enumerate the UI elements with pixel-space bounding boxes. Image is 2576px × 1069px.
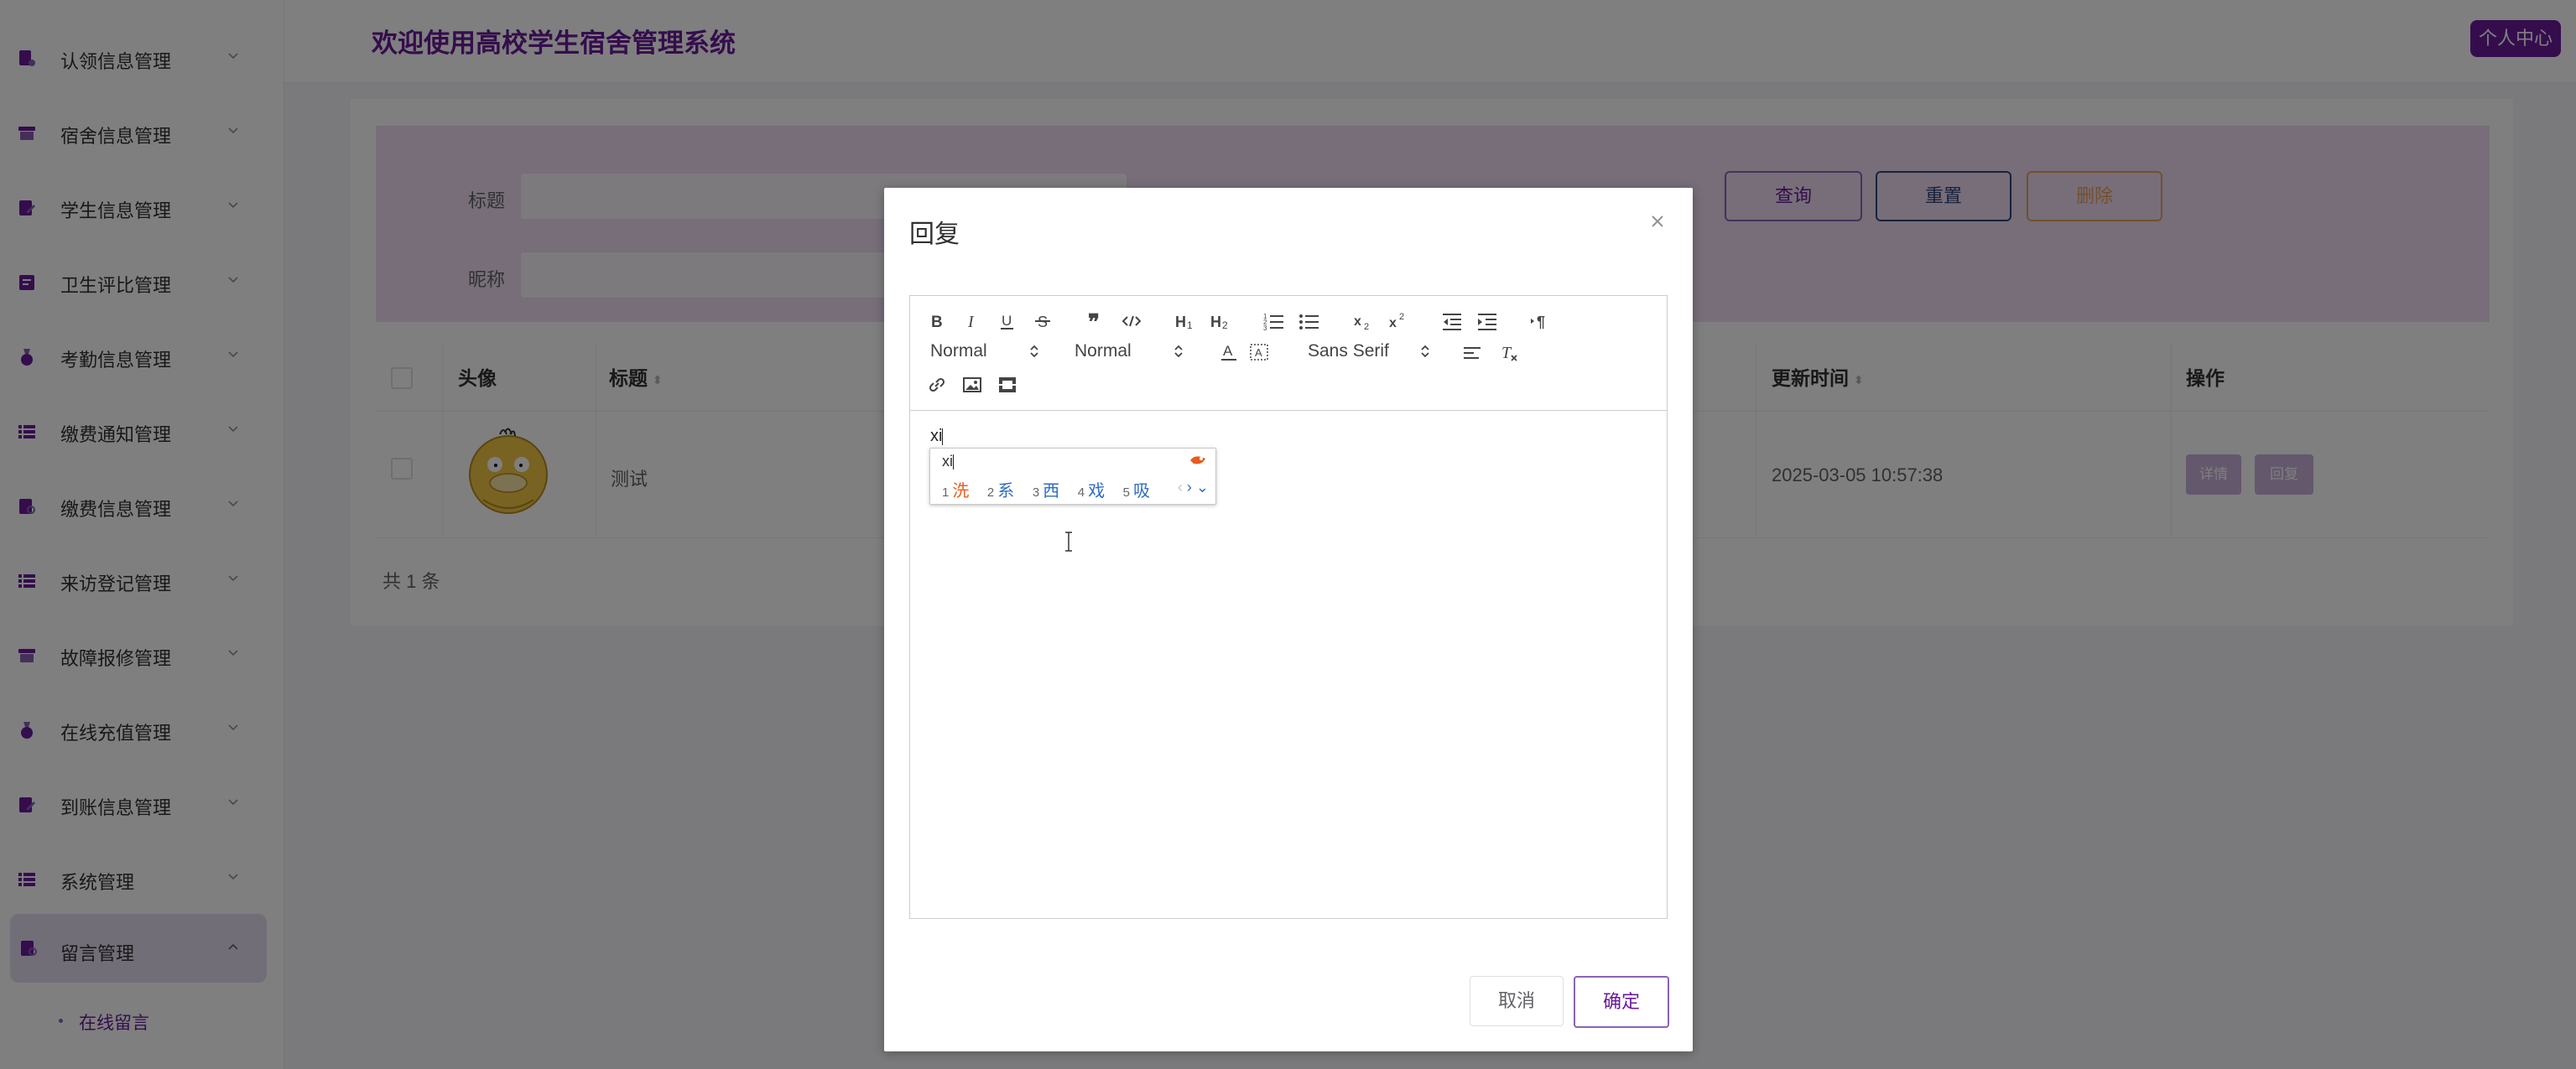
svg-text:H: H [1175,314,1186,330]
svg-text:I: I [967,313,975,331]
editor-typed-text: xi [930,427,943,445]
ime-logo-icon [1190,456,1205,464]
font-select-value: Sans Serif [1308,341,1389,361]
ime-candidate-popup: xi 1洗 2系 3西 4戏 5吸 ‹ › ⌄ [929,448,1216,505]
text-caret [942,428,944,445]
bullet-list-icon[interactable] [1298,309,1321,333]
editor-content[interactable]: xi [930,427,944,446]
bold-icon[interactable]: B [925,309,949,333]
text-direction-icon[interactable]: ¶ [1529,309,1553,333]
editor-toolbar: B I U S ❞ H1 H2 123 x2 x2 ¶ Normal Norma… [910,296,1667,411]
italic-icon[interactable]: I [960,309,984,333]
dialog-title: 回复 [909,221,960,248]
video-icon[interactable] [996,373,1019,397]
size-select-value: Normal [1075,341,1132,361]
svg-text:B: B [931,314,943,331]
select-caret-icon [1030,345,1038,358]
svg-text:1: 1 [1187,319,1193,331]
clear-format-icon[interactable]: T [1497,341,1521,365]
link-icon[interactable] [925,373,949,397]
svg-text:3: 3 [1263,324,1267,332]
svg-text:x: x [1354,314,1361,329]
heading-2-icon[interactable]: H2 [1209,309,1232,333]
svg-text:T: T [1501,344,1512,362]
svg-text:❞: ❞ [1088,310,1100,333]
svg-text:2: 2 [1399,312,1404,322]
subscript-icon[interactable]: x2 [1351,309,1375,333]
svg-text:¶: ¶ [1537,314,1545,330]
svg-text:2: 2 [1222,319,1228,331]
ime-candidate[interactable]: 2系 [987,482,1028,501]
close-icon[interactable] [1646,210,1669,233]
ordered-list-icon[interactable]: 123 [1262,309,1286,333]
indent-icon[interactable] [1475,309,1499,333]
ime-candidate[interactable]: 4戏 [1078,482,1118,501]
background-color-icon[interactable]: A [1247,340,1271,363]
svg-text:A: A [1223,343,1233,359]
superscript-icon[interactable]: x2 [1387,309,1410,333]
svg-text:U: U [1002,313,1012,329]
cancel-button[interactable]: 取消 [1470,976,1564,1026]
i-beam-cursor-icon [1065,532,1072,552]
align-left-icon[interactable] [1460,341,1484,365]
ime-page-nav: ‹ › ⌄ [1178,479,1209,496]
svg-text:A: A [1255,346,1262,359]
header-select[interactable]: Normal [930,341,1039,361]
text-color-icon[interactable]: A [1217,340,1241,363]
blockquote-icon[interactable]: ❞ [1085,309,1108,333]
ime-candidate[interactable]: 5吸 [1123,482,1163,501]
svg-text:2: 2 [1364,322,1369,332]
outdent-icon[interactable] [1440,309,1464,333]
ime-prev-page-icon[interactable]: ‹ [1178,479,1183,496]
size-select[interactable]: Normal [1075,341,1184,361]
strikethrough-icon[interactable]: S [1031,309,1054,333]
image-icon[interactable] [960,373,984,397]
select-caret-icon [1174,345,1183,358]
header-select-value: Normal [930,341,987,361]
reply-dialog: 回复 B I U S ❞ H1 H2 123 x2 x2 ¶ Normal No… [884,188,1693,1051]
underline-icon[interactable]: U [996,309,1019,333]
ime-next-page-icon[interactable]: › [1187,479,1192,496]
font-select[interactable]: Sans Serif [1308,341,1434,361]
svg-text:x: x [1389,316,1397,330]
ime-input-text: xi [942,453,953,470]
rich-text-editor: B I U S ❞ H1 H2 123 x2 x2 ¶ Normal Norma… [909,295,1668,919]
code-block-icon[interactable] [1120,309,1143,333]
confirm-button[interactable]: 确定 [1574,976,1669,1028]
svg-text:H: H [1210,314,1221,330]
heading-1-icon[interactable]: H1 [1174,309,1197,333]
ime-composition: xi [942,453,954,470]
ime-candidate-list: 1洗 2系 3西 4戏 5吸 [942,477,1163,501]
ime-candidate[interactable]: 1洗 [942,482,982,501]
ime-caret [953,454,954,470]
ime-expand-icon[interactable]: ⌄ [1196,479,1209,496]
select-caret-icon [1421,345,1429,358]
ime-candidate[interactable]: 3西 [1033,482,1073,501]
